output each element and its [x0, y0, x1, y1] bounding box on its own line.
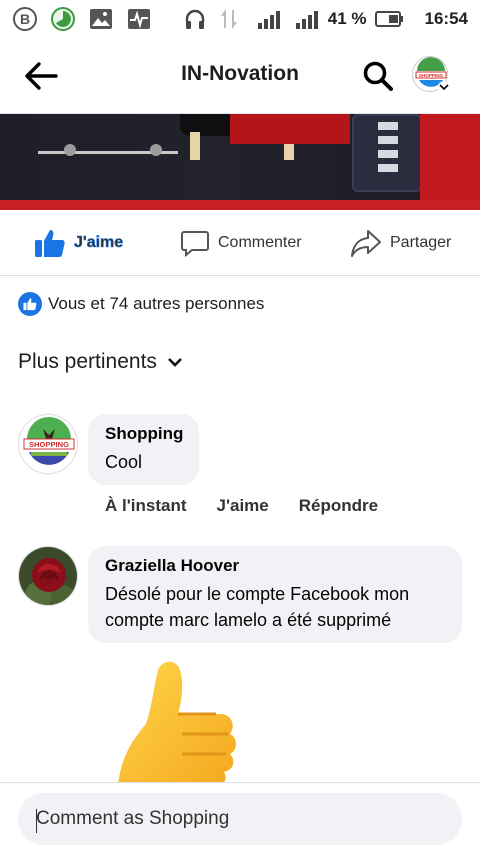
timer-app-icon: [50, 6, 76, 32]
system-icons: 41 % 16:54: [182, 6, 468, 32]
comment-timestamp: À l'instant: [105, 496, 187, 515]
thumbs-up-emoji-icon: [112, 658, 242, 784]
comment-text: Désolé pour le compte Facebook mon compt…: [105, 584, 410, 630]
wheel-shape: [150, 144, 162, 156]
comment-item: SHOPPING Shopping Cool À l'instant J'aim…: [18, 414, 462, 524]
like-reaction-icon: [18, 292, 42, 316]
data-transfer-icon: [216, 6, 242, 32]
like-label: J'aime: [74, 234, 124, 252]
stool-leg: [190, 132, 200, 160]
comment-author[interactable]: Graziella Hoover: [105, 556, 446, 576]
post-image[interactable]: [0, 114, 480, 210]
wheel-shape: [64, 144, 76, 156]
comment-meta: À l'instant J'aime Répondre: [105, 496, 378, 516]
lock-shape: [378, 122, 398, 178]
chevron-down-icon: [168, 358, 182, 367]
signal-1-icon: [250, 6, 282, 32]
share-arrow-icon: [351, 230, 381, 257]
share-label: Partager: [390, 234, 452, 251]
share-button[interactable]: Partager: [350, 210, 451, 276]
profile-switcher-button[interactable]: SHOPPING: [412, 56, 452, 96]
bitcoin-app-icon: B: [12, 6, 38, 32]
comment-reply-button[interactable]: Répondre: [299, 496, 378, 516]
comment-like-button[interactable]: J'aime: [217, 496, 269, 516]
comment-item: Graziella Hoover Désolé pour le compte F…: [18, 546, 462, 646]
comment-input[interactable]: [18, 793, 462, 845]
app-header: IN-Novation SHOPPING: [0, 38, 480, 114]
activity-icon: [126, 6, 152, 32]
comment-text: Cool: [105, 452, 143, 472]
avatar[interactable]: SHOPPING: [18, 414, 78, 474]
clock: 16:54: [424, 9, 468, 28]
notification-icons: B: [12, 6, 152, 32]
headphones-icon: [182, 6, 208, 32]
search-icon: [363, 61, 393, 91]
like-button[interactable]: J'aime: [34, 210, 123, 276]
reactions-summary[interactable]: Vous et 74 autres personnes: [18, 292, 264, 316]
comment-label: Commenter: [218, 234, 302, 251]
thumbs-up-icon: [35, 230, 65, 257]
battery-percent: 41 %: [327, 9, 367, 28]
reactions-text: Vous et 74 autres personnes: [48, 294, 265, 313]
gallery-icon: [88, 6, 114, 32]
red-block: [420, 114, 480, 200]
text-caret: [36, 809, 37, 833]
comment-composer: [0, 782, 480, 854]
battery-icon: [374, 6, 405, 32]
svg-text:B: B: [20, 11, 30, 27]
comment-bubble-icon: [181, 231, 209, 258]
chevron-down-icon: [438, 82, 450, 92]
sort-label: Plus pertinents: [18, 350, 157, 373]
page-title: IN-Novation: [181, 62, 299, 85]
signal-2-icon: [290, 6, 320, 32]
status-bar: B 41 % 16:54: [0, 0, 480, 38]
red-band: [0, 200, 480, 210]
sort-dropdown[interactable]: Plus pertinents: [18, 350, 183, 374]
comment-author[interactable]: Shopping: [105, 424, 183, 444]
post-actions: J'aime Commenter Partager: [0, 210, 480, 276]
comment-bubble[interactable]: Graziella Hoover Désolé pour le compte F…: [88, 546, 462, 643]
avatar[interactable]: [18, 546, 78, 606]
red-block: [230, 114, 350, 144]
comment-bubble[interactable]: Shopping Cool: [88, 414, 200, 485]
logo-text: SHOPPING: [419, 73, 444, 78]
logo-text: SHOPPING: [29, 440, 69, 449]
search-button[interactable]: [360, 58, 396, 94]
